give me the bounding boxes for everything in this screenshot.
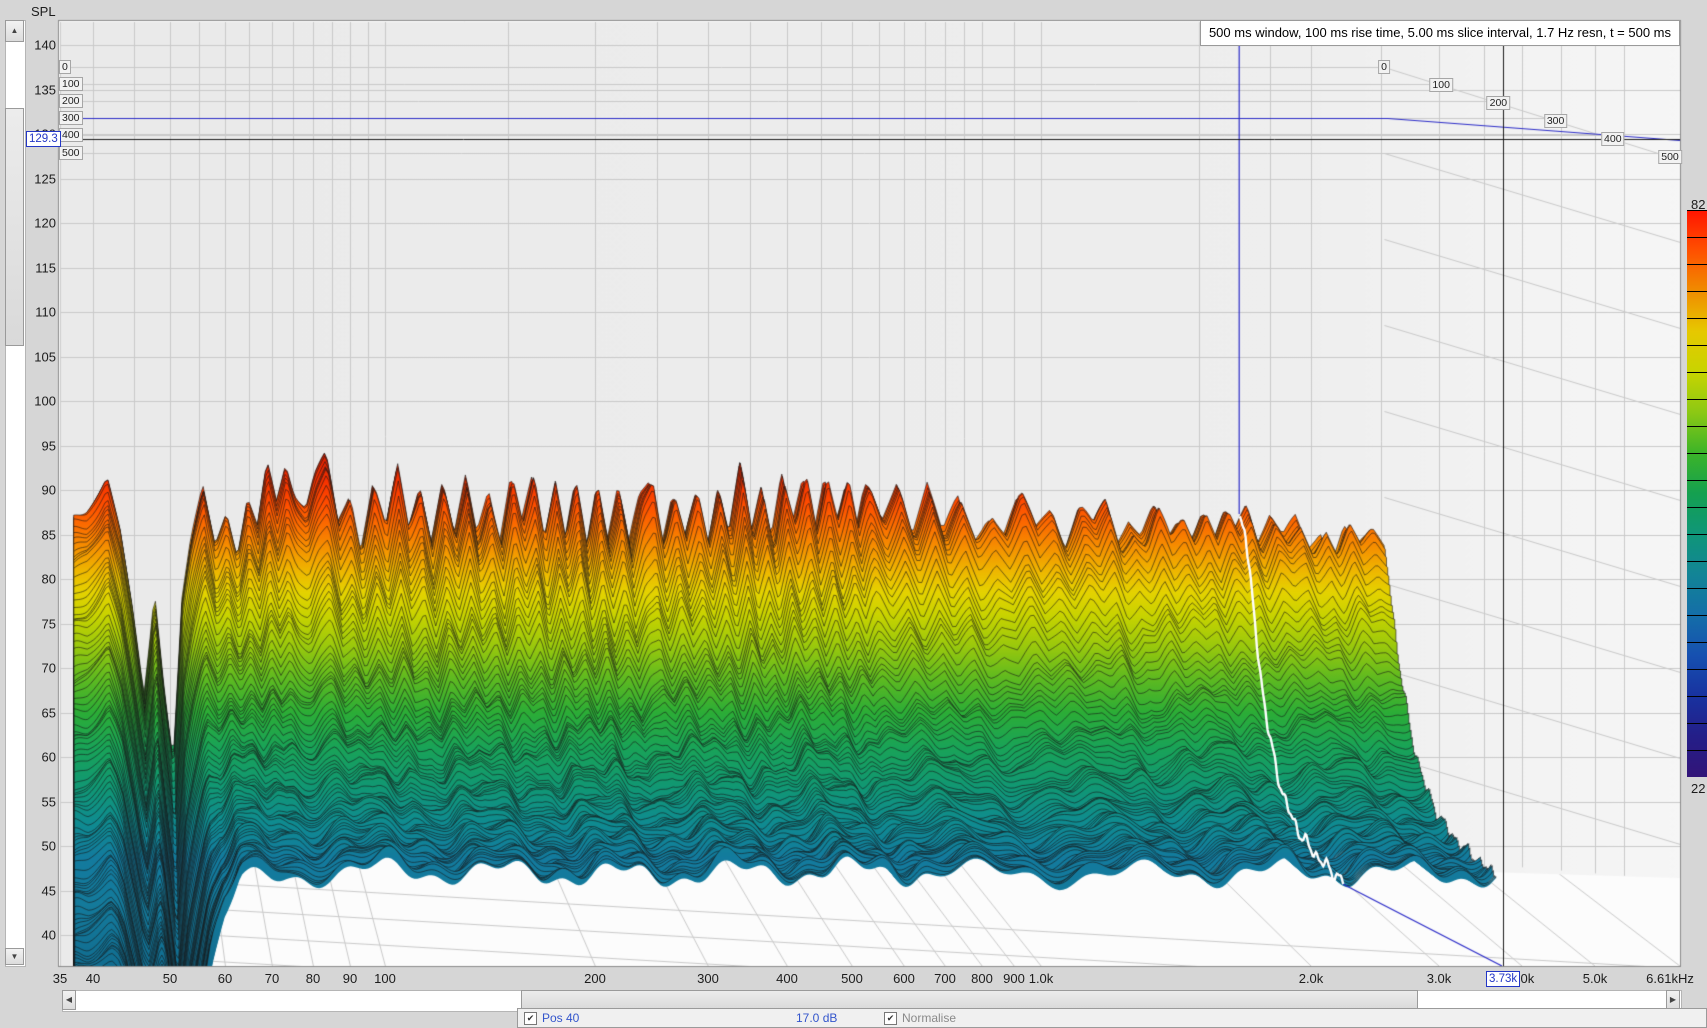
freq-tick-label: 900 xyxy=(1003,971,1025,986)
scroll-up-button[interactable]: ▲ xyxy=(5,20,24,42)
time-label-left: 200 xyxy=(59,94,83,108)
freq-tick-label: 100 xyxy=(374,971,396,986)
scroll-up-icon: ▲ xyxy=(6,21,23,41)
freq-tick-label: 80 xyxy=(306,971,320,986)
horizontal-scrollbar-thumb[interactable] xyxy=(521,990,1418,1010)
time-label-left: 0 xyxy=(59,60,71,74)
trace-label: Pos 40 xyxy=(542,1011,579,1025)
spl-colorbar xyxy=(1687,210,1707,777)
freq-tick-label: 1.0k xyxy=(1029,971,1054,986)
time-label-right: 400 xyxy=(1601,132,1625,146)
scroll-right-button[interactable]: ▶ xyxy=(1666,990,1680,1010)
trace-level-value: 17.0 dB xyxy=(796,1011,837,1025)
colorbar-min-label: 22 xyxy=(1691,781,1705,796)
cursor-spl-readout: 129.3 xyxy=(26,131,61,147)
legend-strip: ✔ Pos 40 17.0 dB ✔ Normalise xyxy=(517,1008,1707,1028)
freq-tick-label: 90 xyxy=(343,971,357,986)
time-label-left: 300 xyxy=(59,111,83,125)
scroll-left-icon: ◀ xyxy=(63,991,75,1009)
time-label-left: 500 xyxy=(59,146,83,160)
vertical-scrollbar-thumb[interactable] xyxy=(5,108,24,346)
time-label-right: 500 xyxy=(1658,150,1682,164)
time-label-right: 100 xyxy=(1429,78,1453,92)
normalise-checkbox[interactable]: ✔ xyxy=(884,1012,897,1025)
scroll-down-button[interactable]: ▼ xyxy=(5,948,24,965)
freq-tick-label: 800 xyxy=(971,971,993,986)
freq-tick-label: 70 xyxy=(265,971,279,986)
time-label-left: 400 xyxy=(59,128,83,142)
freq-tick-label: 3.0k xyxy=(1427,971,1452,986)
trace-checkbox[interactable]: ✔ xyxy=(524,1012,537,1025)
freq-tick-label: 5.0k xyxy=(1583,971,1608,986)
time-label-right: 300 xyxy=(1544,114,1568,128)
normalise-label: Normalise xyxy=(902,1011,956,1025)
freq-tick-label: 500 xyxy=(841,971,863,986)
cursor-freq-readout: 3.73k xyxy=(1486,971,1520,987)
time-label-right: 200 xyxy=(1487,96,1511,110)
freq-tick-label: 50 xyxy=(163,971,177,986)
freq-tick-label: 200 xyxy=(584,971,606,986)
time-label-left: 100 xyxy=(59,77,83,91)
freq-tick-label: 700 xyxy=(934,971,956,986)
time-label-right: 0 xyxy=(1378,60,1390,74)
freq-tick-label: 600 xyxy=(893,971,915,986)
scroll-right-icon: ▶ xyxy=(1667,991,1679,1009)
freq-tick-label: 6.61kHz xyxy=(1646,971,1694,986)
scroll-down-icon: ▼ xyxy=(6,949,23,964)
freq-tick-label: 2.0k xyxy=(1299,971,1324,986)
waterfall-plot-canvas[interactable] xyxy=(0,0,1707,1020)
freq-tick-label: 35 xyxy=(53,971,67,986)
colorbar-divisions xyxy=(1687,210,1707,777)
freq-tick-label: 40 xyxy=(86,971,100,986)
freq-tick-label: 60 xyxy=(218,971,232,986)
freq-tick-label: 400 xyxy=(776,971,798,986)
spl-axis-title: SPL xyxy=(31,4,56,19)
measurement-info-box: 500 ms window, 100 ms rise time, 5.00 ms… xyxy=(1200,20,1680,46)
freq-tick-label: 300 xyxy=(697,971,719,986)
scroll-left-button[interactable]: ◀ xyxy=(62,990,76,1010)
spectrogram-window: SPL 500 ms window, 100 ms rise time, 5.0… xyxy=(0,0,1707,1020)
